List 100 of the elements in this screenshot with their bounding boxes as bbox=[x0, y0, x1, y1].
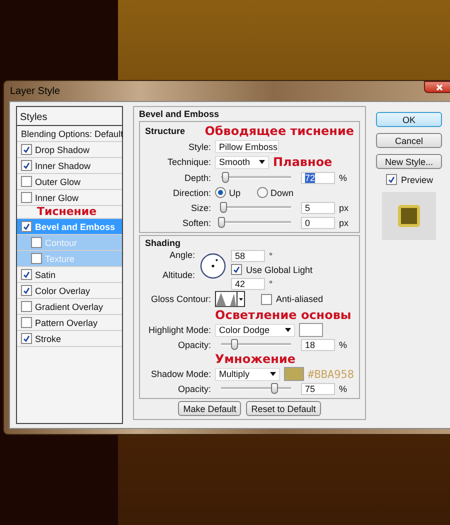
radio-button[interactable] bbox=[256, 187, 268, 198]
radio-option[interactable]: Down bbox=[256, 187, 294, 198]
unit-label: ° bbox=[269, 278, 273, 288]
field-value: 0 bbox=[305, 218, 310, 228]
field-label: Highlight Mode: bbox=[147, 325, 211, 335]
field-label: Size: bbox=[190, 202, 211, 212]
checkbox[interactable] bbox=[31, 237, 42, 248]
field-label: Direction: bbox=[172, 188, 211, 198]
field-label: Angle: bbox=[168, 250, 195, 260]
group-title: Bevel and Emboss bbox=[139, 109, 220, 119]
checkbox[interactable] bbox=[21, 160, 32, 171]
caret-icon bbox=[270, 372, 276, 376]
window-title: Layer Style bbox=[10, 86, 60, 96]
field-value: 18 bbox=[305, 340, 316, 350]
unit-label: % bbox=[339, 384, 348, 394]
unit-label: ° bbox=[269, 250, 273, 260]
dialog-button[interactable]: Cancel bbox=[376, 133, 442, 148]
slider-thumb[interactable] bbox=[218, 217, 225, 228]
checkbox[interactable] bbox=[21, 333, 32, 344]
style-list-item[interactable]: Outer Glow bbox=[17, 174, 122, 190]
field-label: Gloss Contour: bbox=[150, 294, 211, 304]
number-field[interactable]: 18 bbox=[301, 338, 335, 350]
color-swatch[interactable] bbox=[299, 323, 323, 337]
style-list-item[interactable]: Gradient Overlay bbox=[17, 299, 122, 315]
styles-header: Styles bbox=[17, 107, 122, 126]
checkbox[interactable] bbox=[21, 301, 32, 312]
checkbox[interactable] bbox=[21, 285, 32, 296]
field-label: Style: bbox=[187, 142, 211, 152]
style-list-item[interactable]: Pattern Overlay bbox=[17, 315, 122, 331]
number-field[interactable]: 58 bbox=[231, 250, 265, 262]
number-field[interactable]: 5 bbox=[301, 202, 335, 214]
number-field[interactable]: 0 bbox=[301, 216, 335, 228]
slider-thumb[interactable] bbox=[230, 339, 238, 350]
field-value: 75 bbox=[305, 384, 316, 394]
field-label: Depth: bbox=[183, 172, 211, 182]
dialog-button[interactable]: OK bbox=[376, 112, 442, 127]
unit-label: px bbox=[339, 218, 349, 228]
blend-mode-dropdown[interactable]: Multiply bbox=[215, 368, 280, 380]
checkbox-label: Preview bbox=[401, 174, 434, 184]
field-value: 58 bbox=[235, 250, 246, 260]
checkbox[interactable] bbox=[21, 317, 32, 328]
angle-dial-icon[interactable] bbox=[199, 252, 227, 280]
blend-mode-dropdown[interactable]: Color Dodge bbox=[215, 324, 295, 336]
field-label: Technique: bbox=[166, 157, 211, 167]
group-title: Shading bbox=[145, 238, 182, 248]
slider-thumb[interactable] bbox=[222, 172, 228, 183]
group-title: Structure bbox=[145, 126, 186, 136]
style-list-item[interactable]: Satin bbox=[17, 267, 122, 283]
radio-button[interactable] bbox=[215, 187, 226, 198]
checkbox[interactable] bbox=[261, 294, 272, 304]
checkbox[interactable] bbox=[21, 192, 32, 203]
close-icon bbox=[436, 84, 442, 90]
style-list-item[interactable]: Drop Shadow bbox=[17, 142, 122, 158]
field-value: 42 bbox=[235, 278, 246, 288]
annotation-text: Умножение bbox=[215, 352, 296, 366]
preview-square-icon bbox=[397, 204, 421, 228]
caret-icon bbox=[259, 160, 265, 164]
contour-picker-icon[interactable] bbox=[215, 291, 245, 307]
field-label: Altitude: bbox=[161, 270, 195, 280]
slider-thumb[interactable] bbox=[270, 383, 278, 394]
checkbox[interactable] bbox=[21, 221, 32, 232]
field-label: Opacity: bbox=[176, 340, 211, 350]
unit-label: % bbox=[339, 340, 348, 350]
field-value: 5 bbox=[305, 202, 310, 212]
checkbox[interactable] bbox=[31, 253, 42, 264]
field-label: Shadow Mode: bbox=[150, 369, 211, 379]
field-label: Soften: bbox=[181, 218, 211, 228]
caret-icon bbox=[285, 328, 291, 332]
checkbox-label: Use Global Light bbox=[246, 264, 313, 274]
style-list-item[interactable]: Inner Glow bbox=[17, 190, 122, 206]
checkbox[interactable] bbox=[386, 174, 397, 185]
checkbox-label: Anti-aliased bbox=[276, 294, 324, 304]
unit-label: px bbox=[339, 202, 349, 212]
annotation-text: #BBA958 bbox=[308, 368, 354, 380]
unit-label: % bbox=[339, 172, 348, 182]
style-dropdown[interactable]: Pillow Emboss bbox=[215, 140, 279, 153]
color-swatch[interactable] bbox=[284, 367, 304, 381]
field-label: Opacity: bbox=[176, 384, 211, 394]
checkbox[interactable] bbox=[21, 176, 32, 187]
annotation-text: Плавное bbox=[273, 155, 332, 169]
field-value: 72 bbox=[305, 172, 316, 182]
number-field[interactable]: 75 bbox=[301, 382, 335, 394]
dialog-button[interactable]: Make Default bbox=[178, 401, 242, 416]
close-button[interactable] bbox=[424, 81, 450, 93]
technique-dropdown[interactable]: Smooth bbox=[215, 156, 269, 168]
number-field[interactable]: 42 bbox=[231, 278, 265, 290]
number-field[interactable]: 72 bbox=[301, 172, 335, 184]
annotation-text: Осветление основы bbox=[215, 308, 352, 322]
style-list-item[interactable]: Color Overlay bbox=[17, 283, 122, 299]
style-list-item[interactable]: Stroke bbox=[17, 331, 122, 347]
style-list-item[interactable]: Inner Shadow bbox=[17, 158, 122, 174]
dialog-button[interactable]: Reset to Default bbox=[246, 401, 321, 416]
slider-thumb[interactable] bbox=[220, 202, 228, 213]
checkbox[interactable] bbox=[231, 264, 242, 275]
checkbox[interactable] bbox=[21, 269, 32, 280]
checkbox[interactable] bbox=[21, 144, 32, 155]
dialog-button[interactable]: New Style... bbox=[376, 154, 442, 169]
annotation-text: Тиснение bbox=[37, 206, 97, 218]
radio-option[interactable]: Up bbox=[215, 187, 241, 198]
annotation-text: Обводящее тиснение bbox=[204, 124, 354, 138]
